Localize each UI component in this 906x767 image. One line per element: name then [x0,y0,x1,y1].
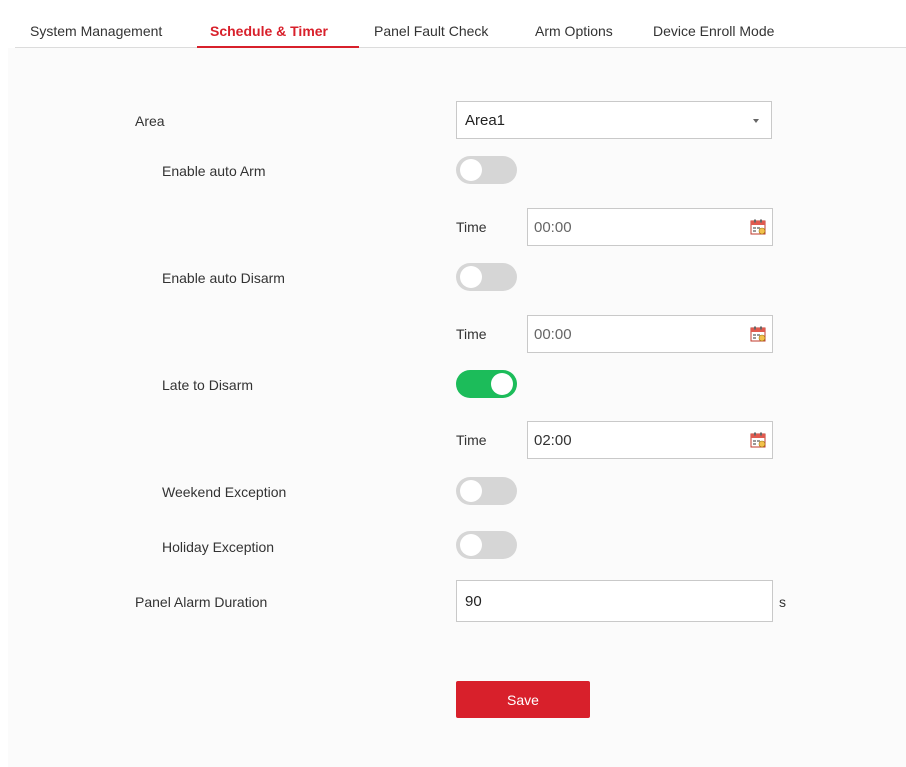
toggle-knob [460,480,482,502]
auto-arm-toggle[interactable] [456,156,517,184]
late-to-disarm-toggle[interactable] [456,370,517,398]
auto-arm-time-label: Time [456,219,487,235]
toggle-knob [491,373,513,395]
weekend-exception-toggle[interactable] [456,477,517,505]
auto-arm-time-value: 00:00 [534,219,572,236]
save-button[interactable]: Save [456,681,590,718]
late-to-disarm-time-value: 02:00 [534,432,572,449]
auto-disarm-time-input[interactable]: 00:00 [527,315,773,353]
panel-alarm-duration-value: 90 [465,593,482,610]
panel-alarm-duration-label: Panel Alarm Duration [135,594,268,610]
late-to-disarm-label: Late to Disarm [162,377,254,393]
duration-unit: s [779,594,786,610]
tab-bar-divider [15,47,906,48]
tab-schedule-timer[interactable]: Schedule & Timer [210,23,328,39]
tab-device-enroll-mode[interactable]: Device Enroll Mode [653,23,774,39]
calendar-icon[interactable] [750,326,766,342]
tab-panel-fault-check[interactable]: Panel Fault Check [374,23,488,39]
auto-disarm-toggle[interactable] [456,263,517,291]
auto-disarm-label: Enable auto Disarm [162,270,285,286]
calendar-icon[interactable] [750,219,766,235]
toggle-knob [460,534,482,556]
area-label: Area [135,113,165,129]
area-select-value: Area1 [465,112,506,129]
area-select[interactable]: Area1 [456,101,772,139]
toggle-knob [460,266,482,288]
active-tab-indicator [197,46,359,48]
caret-down-icon [753,119,759,123]
auto-disarm-time-value: 00:00 [534,326,572,343]
auto-arm-label: Enable auto Arm [162,163,266,179]
panel-alarm-duration-input[interactable]: 90 [456,580,773,622]
holiday-exception-label: Holiday Exception [162,539,275,555]
late-to-disarm-time-input[interactable]: 02:00 [527,421,773,459]
toggle-knob [460,159,482,181]
holiday-exception-toggle[interactable] [456,531,517,559]
calendar-icon[interactable] [750,432,766,448]
weekend-exception-label: Weekend Exception [162,484,287,500]
auto-disarm-time-label: Time [456,326,487,342]
tab-system-management[interactable]: System Management [30,23,162,39]
auto-arm-time-input[interactable]: 00:00 [527,208,773,246]
late-to-disarm-time-label: Time [456,432,487,448]
tab-arm-options[interactable]: Arm Options [535,23,613,39]
